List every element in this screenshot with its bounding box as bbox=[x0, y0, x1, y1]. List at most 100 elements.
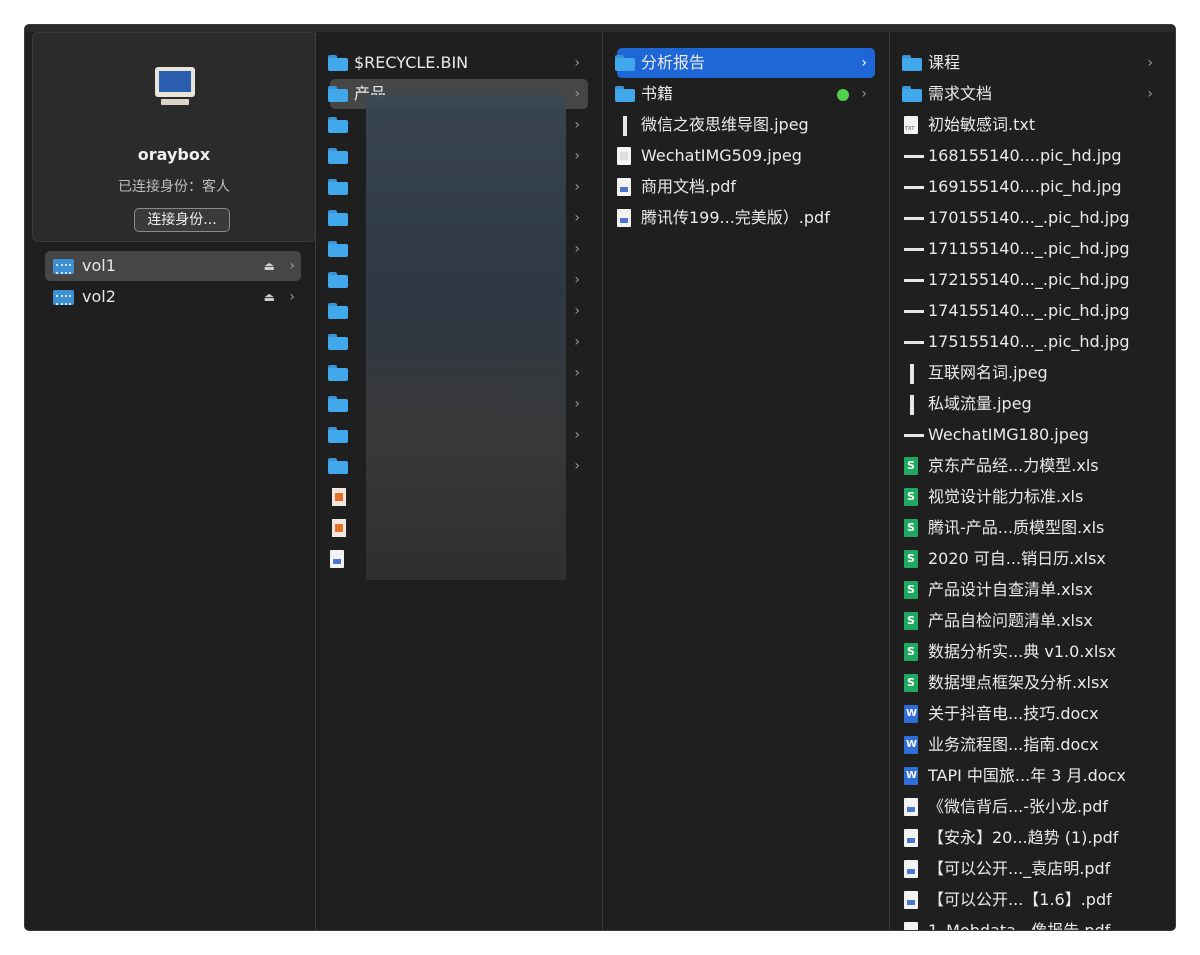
list-item[interactable]: 2020 可自...销日历.xlsx bbox=[904, 544, 1161, 574]
folder-icon bbox=[328, 210, 348, 226]
list-item[interactable]: 产品自检问题清单.xlsx bbox=[904, 606, 1161, 636]
image-file-icon bbox=[904, 217, 924, 220]
eject-icon[interactable]: ⏏ bbox=[264, 251, 275, 281]
list-item[interactable]: WechatIMG509.jpeg bbox=[617, 141, 875, 171]
list-item[interactable]: 私域流量.jpeg bbox=[904, 389, 1161, 419]
server-column: oraybox 已连接身份：客人 连接身份... vol1 ⏏ › vol2 ⏏… bbox=[25, 32, 316, 930]
list-item[interactable]: 微信之夜思维导图.jpeg bbox=[617, 110, 875, 140]
list-item[interactable]: 169155140....pic_hd.jpg bbox=[904, 172, 1161, 202]
list-item[interactable]: 《微信背后...-张小龙.pdf bbox=[904, 792, 1161, 822]
eject-icon[interactable]: ⏏ bbox=[264, 282, 275, 312]
item-label: 1_Mobdata...像报告.pdf bbox=[928, 916, 1110, 930]
list-item-books[interactable]: 书籍 › bbox=[615, 79, 875, 109]
item-label: 【安永】20...趋势 (1).pdf bbox=[928, 828, 1119, 847]
folder-icon bbox=[328, 272, 348, 288]
list-item[interactable]: 172155140..._.pic_hd.jpg bbox=[904, 265, 1161, 295]
folder-icon bbox=[328, 148, 348, 164]
volume-item-vol1[interactable]: vol1 ⏏ › bbox=[45, 251, 301, 281]
list-item[interactable]: 京东产品经...力模型.xls bbox=[904, 451, 1161, 481]
server-card: oraybox 已连接身份：客人 连接身份... bbox=[32, 32, 316, 242]
list-item[interactable]: WechatIMG180.jpeg bbox=[904, 420, 1161, 450]
server-name: oraybox bbox=[137, 145, 211, 164]
folder-icon bbox=[328, 334, 348, 350]
list-item[interactable]: 168155140....pic_hd.jpg bbox=[904, 141, 1161, 171]
list-item[interactable]: TAPI 中国旅...年 3 月.docx bbox=[904, 761, 1161, 791]
list-item[interactable]: 互联网名词.jpeg bbox=[904, 358, 1161, 388]
list-item[interactable]: 视觉设计能力标准.xls bbox=[904, 482, 1161, 512]
list-item[interactable]: 关于抖音电...技巧.docx bbox=[904, 699, 1161, 729]
word-file-icon bbox=[904, 705, 918, 723]
network-volume-icon bbox=[53, 290, 74, 305]
pdf-file-icon bbox=[904, 798, 918, 816]
item-label: 书籍 bbox=[641, 84, 674, 103]
image-file-icon bbox=[904, 155, 924, 158]
chevron-right-icon: › bbox=[289, 289, 295, 305]
chevron-right-icon: › bbox=[574, 148, 580, 164]
item-label: 腾讯传199...完美版）.pdf bbox=[641, 208, 830, 227]
word-file-icon bbox=[904, 767, 918, 785]
volume-item-vol2[interactable]: vol2 ⏏ › bbox=[45, 282, 301, 312]
item-label: 172155140..._.pic_hd.jpg bbox=[928, 270, 1130, 289]
item-label: 业务流程图...指南.docx bbox=[928, 735, 1099, 754]
item-label: TAPI 中国旅...年 3 月.docx bbox=[928, 766, 1126, 785]
list-item[interactable]: 【可以公开...【1.6】.pdf bbox=[904, 885, 1161, 915]
list-item-analysis-reports[interactable]: 分析报告 › bbox=[615, 48, 875, 78]
list-item[interactable]: 【可以公开..._袁店明.pdf bbox=[904, 854, 1161, 884]
image-file-icon bbox=[332, 488, 346, 506]
image-file-icon bbox=[617, 147, 631, 165]
list-item[interactable]: 170155140..._.pic_hd.jpg bbox=[904, 203, 1161, 233]
chevron-right-icon: › bbox=[861, 86, 867, 102]
folder-icon bbox=[615, 86, 635, 102]
word-file-icon bbox=[904, 736, 918, 754]
item-label: 腾讯-产品...质模型图.xls bbox=[928, 518, 1105, 537]
window-top-edge bbox=[25, 25, 1175, 32]
volume-label: vol1 bbox=[82, 256, 116, 275]
item-label: 171155140..._.pic_hd.jpg bbox=[928, 239, 1130, 258]
folder-icon bbox=[902, 86, 922, 102]
spreadsheet-file-icon bbox=[904, 519, 918, 537]
spreadsheet-file-icon bbox=[904, 550, 918, 568]
item-label: 视觉设计能力标准.xls bbox=[928, 487, 1084, 506]
pdf-file-icon bbox=[617, 178, 631, 196]
chevron-right-icon: › bbox=[574, 365, 580, 381]
list-item[interactable]: 业务流程图...指南.docx bbox=[904, 730, 1161, 760]
green-tag-icon bbox=[837, 89, 849, 101]
folder-icon bbox=[328, 458, 348, 474]
chevron-right-icon: › bbox=[574, 427, 580, 443]
list-item[interactable]: 171155140..._.pic_hd.jpg bbox=[904, 234, 1161, 264]
item-label: 课程 bbox=[928, 53, 961, 72]
chevron-right-icon: › bbox=[574, 86, 580, 102]
image-file-icon bbox=[904, 341, 924, 344]
list-item[interactable]: 腾讯-产品...质模型图.xls bbox=[904, 513, 1161, 543]
list-item[interactable]: 商用文档.pdf bbox=[617, 172, 875, 202]
list-item-requirements[interactable]: 需求文档 › bbox=[902, 79, 1161, 109]
item-label: 产品自检问题清单.xlsx bbox=[928, 611, 1093, 630]
item-label: 分析报告 bbox=[641, 53, 706, 72]
list-item[interactable]: 产品设计自查清单.xlsx bbox=[904, 575, 1161, 605]
chevron-right-icon: › bbox=[574, 55, 580, 71]
list-item[interactable]: 175155140..._.pic_hd.jpg bbox=[904, 327, 1161, 357]
folder-icon bbox=[328, 86, 348, 102]
list-item[interactable]: 174155140..._.pic_hd.jpg bbox=[904, 296, 1161, 326]
item-label: 需求文档 bbox=[928, 84, 993, 103]
volume-label: vol2 bbox=[82, 287, 116, 306]
list-item[interactable]: 腾讯传199...完美版）.pdf bbox=[617, 203, 875, 233]
list-item[interactable]: 数据埋点框架及分析.xlsx bbox=[904, 668, 1161, 698]
item-label: 关于抖音电...技巧.docx bbox=[928, 704, 1099, 723]
item-label: 初始敏感词.txt bbox=[928, 115, 1036, 134]
list-item-recycle-bin[interactable]: $RECYCLE.BIN › bbox=[328, 48, 588, 78]
list-item-courses[interactable]: 课程 › bbox=[902, 48, 1161, 78]
item-label: 168155140....pic_hd.jpg bbox=[928, 146, 1122, 165]
list-item[interactable]: 数据分析实...典 v1.0.xlsx bbox=[904, 637, 1161, 667]
item-label: WechatIMG509.jpeg bbox=[641, 146, 802, 165]
item-label: 174155140..._.pic_hd.jpg bbox=[928, 301, 1130, 320]
list-item[interactable]: 初始敏感词.txt bbox=[904, 110, 1161, 140]
connect-as-button[interactable]: 连接身份... bbox=[134, 208, 230, 232]
list-item[interactable]: 【安永】20...趋势 (1).pdf bbox=[904, 823, 1161, 853]
folder-icon bbox=[328, 427, 348, 443]
image-file-icon bbox=[904, 279, 924, 282]
list-item[interactable]: 1_Mobdata...像报告.pdf bbox=[904, 916, 1161, 930]
folder-icon bbox=[328, 179, 348, 195]
chevron-right-icon: › bbox=[574, 210, 580, 226]
blurred-region bbox=[366, 95, 566, 580]
